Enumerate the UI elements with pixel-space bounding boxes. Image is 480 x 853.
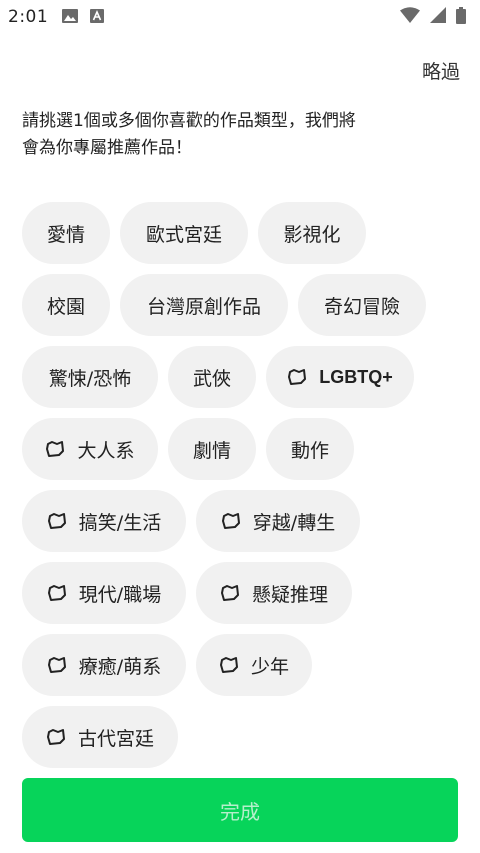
mature-tag-icon (221, 512, 241, 530)
battery-icon (456, 6, 466, 28)
genre-chip-label: 現代/職場 (78, 583, 162, 606)
genre-chip[interactable]: 歐式宮廷 (120, 202, 248, 264)
genre-chip-label: 懸疑推理 (251, 583, 328, 606)
genre-chip[interactable]: 校園 (22, 274, 110, 336)
genre-chip-label: 動作 (290, 439, 329, 462)
mature-tag-icon (46, 728, 66, 746)
genre-chip[interactable]: 現代/職場 (22, 562, 186, 624)
image-icon (62, 8, 79, 27)
genre-chip[interactable]: 愛情 (22, 202, 110, 264)
genre-chip-label: 療癒/萌系 (78, 655, 162, 678)
genre-chip-label: 台灣原創作品 (146, 295, 261, 318)
genre-chip-label: 愛情 (46, 223, 85, 246)
genre-chip-label: 驚悚/恐怖 (48, 367, 132, 390)
genre-chip-label: 搞笑/生活 (78, 511, 162, 534)
genre-chip-label: 武俠 (192, 367, 231, 390)
mature-tag-icon (47, 584, 67, 602)
genre-chip[interactable]: 古代宮廷 (22, 706, 178, 768)
genre-chip-label: 大人系 (77, 439, 135, 462)
genre-chip[interactable]: 劇情 (168, 418, 256, 480)
genre-chip[interactable]: 少年 (196, 634, 312, 696)
genre-chip[interactable]: 奇幻冒險 (298, 274, 426, 336)
status-time: 2:01 (8, 7, 49, 27)
genre-chip[interactable]: 大人系 (22, 418, 158, 480)
mature-tag-icon (287, 368, 307, 386)
genre-chip-label: 歐式宮廷 (145, 223, 222, 246)
prompt-text: 請挑選1個或多個你喜歡的作品類型，我們將會為你專屬推薦作品！ (22, 111, 356, 158)
genre-chip-label: 少年 (250, 655, 289, 678)
genre-chip[interactable]: 動作 (266, 418, 354, 480)
genre-chip[interactable]: 台灣原創作品 (120, 274, 288, 336)
genre-chip[interactable]: 懸疑推理 (196, 562, 352, 624)
mature-tag-icon (220, 584, 240, 602)
mature-tag-icon (47, 512, 67, 530)
done-button[interactable]: 完成 (22, 778, 458, 842)
genre-chip-label: LGBTQ+ (319, 366, 393, 387)
status-right-icons (400, 6, 466, 28)
signal-icon (430, 7, 446, 27)
wifi-icon (400, 7, 420, 27)
a-box-icon (90, 8, 105, 27)
genre-chip[interactable]: 影視化 (258, 202, 366, 264)
mature-tag-icon (219, 656, 239, 674)
genre-chip-label: 校園 (46, 295, 85, 318)
genre-chip[interactable]: 穿越/轉生 (196, 490, 360, 552)
genre-chip[interactable]: LGBTQ+ (266, 346, 414, 408)
genre-chip-label: 影視化 (283, 223, 341, 246)
mature-tag-icon (47, 656, 67, 674)
status-left-icons (62, 8, 105, 27)
genre-chip-label: 奇幻冒險 (323, 295, 400, 318)
genre-chip-label: 穿越/轉生 (252, 511, 336, 534)
genre-chip[interactable]: 驚悚/恐怖 (22, 346, 158, 408)
status-bar: 2:01 (0, 0, 480, 34)
genre-chip-label: 劇情 (192, 439, 231, 462)
genre-chip[interactable]: 搞笑/生活 (22, 490, 186, 552)
genre-chip[interactable]: 療癒/萌系 (22, 634, 186, 696)
mature-tag-icon (45, 440, 65, 458)
skip-button[interactable]: 略過 (422, 57, 460, 84)
genre-chip-label: 古代宮廷 (77, 727, 154, 750)
genre-chip[interactable]: 武俠 (168, 346, 256, 408)
